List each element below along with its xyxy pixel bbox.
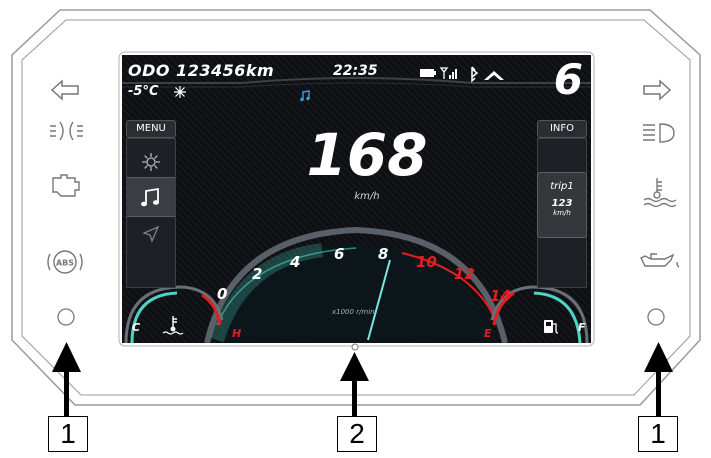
left-turn-icon — [50, 79, 79, 101]
fuel-empty-label: E — [484, 327, 492, 340]
rpm-tick-8: 8 — [378, 245, 389, 263]
center-button-dot[interactable] — [351, 343, 359, 351]
gear-indicator: 6 — [553, 55, 583, 104]
battery-icon — [420, 69, 436, 77]
gear-up-indicator-icon — [484, 71, 504, 80]
trip-unit: km/h — [553, 209, 571, 217]
bluetooth-icon — [471, 66, 479, 83]
clock: 22:35 — [333, 63, 378, 79]
odometer-readout: ODO 123456km — [128, 61, 275, 80]
right-turn-icon — [643, 79, 672, 101]
fuel-full-label: F — [578, 321, 586, 334]
callout-left: 1 — [48, 416, 88, 452]
right-button-circle[interactable] — [647, 308, 665, 326]
music-note-icon — [300, 90, 310, 102]
trip-value: 123 — [551, 198, 573, 209]
speed-readout: 168 — [306, 121, 428, 189]
menu-panel — [126, 138, 176, 288]
info-button[interactable]: INFO — [537, 120, 587, 138]
rpm-tick-12: 12 — [454, 265, 475, 283]
navigation-arrow-icon[interactable] — [142, 225, 160, 243]
pointer-arrow-left — [52, 342, 81, 418]
svg-text:ABS: ABS — [56, 259, 74, 268]
speed-unit: km/h — [354, 191, 380, 202]
gear-icon[interactable] — [141, 152, 161, 172]
rpm-tick-6: 6 — [334, 245, 345, 263]
pointer-arrow-center — [340, 352, 369, 420]
fuel-pump-icon — [544, 320, 559, 334]
oil-pressure-icon — [640, 253, 680, 268]
trip-label: trip1 — [550, 181, 574, 192]
callout-right: 1 — [638, 416, 678, 452]
engine-check-icon — [52, 174, 80, 197]
coolant-temperature-icon — [162, 316, 184, 335]
ambient-temperature: -5°C — [128, 84, 159, 99]
status-icons — [420, 66, 504, 83]
rpm-tick-0: 0 — [217, 285, 228, 303]
position-light-icon — [50, 121, 83, 141]
coolant-cold-label: C — [132, 321, 141, 334]
abs-icon: ABS — [47, 250, 83, 274]
coolant-temperature-icon — [643, 178, 677, 208]
rpm-tick-14: 14 — [490, 287, 511, 305]
coolant-hot-label: H — [232, 327, 242, 340]
rpm-tick-2: 2 — [252, 265, 263, 283]
high-beam-icon — [643, 123, 675, 143]
signal-icon — [439, 67, 457, 79]
rpm-tick-10: 10 — [416, 253, 437, 271]
rpm-unit-label: x1000 r/min — [332, 308, 375, 316]
snowflake-icon — [174, 86, 186, 98]
music-note-icon — [141, 187, 159, 207]
callout-center: 2 — [337, 416, 377, 452]
left-button-circle[interactable] — [57, 308, 75, 326]
menu-button[interactable]: MENU — [126, 120, 176, 138]
music-menu-item[interactable] — [127, 177, 175, 217]
trip-display[interactable]: trip1 123 km/h — [537, 172, 587, 238]
rpm-tick-4: 4 — [290, 253, 301, 271]
tft-display: ODO 123456km 22:35 6 -5°C MENU INFO trip… — [122, 55, 591, 343]
